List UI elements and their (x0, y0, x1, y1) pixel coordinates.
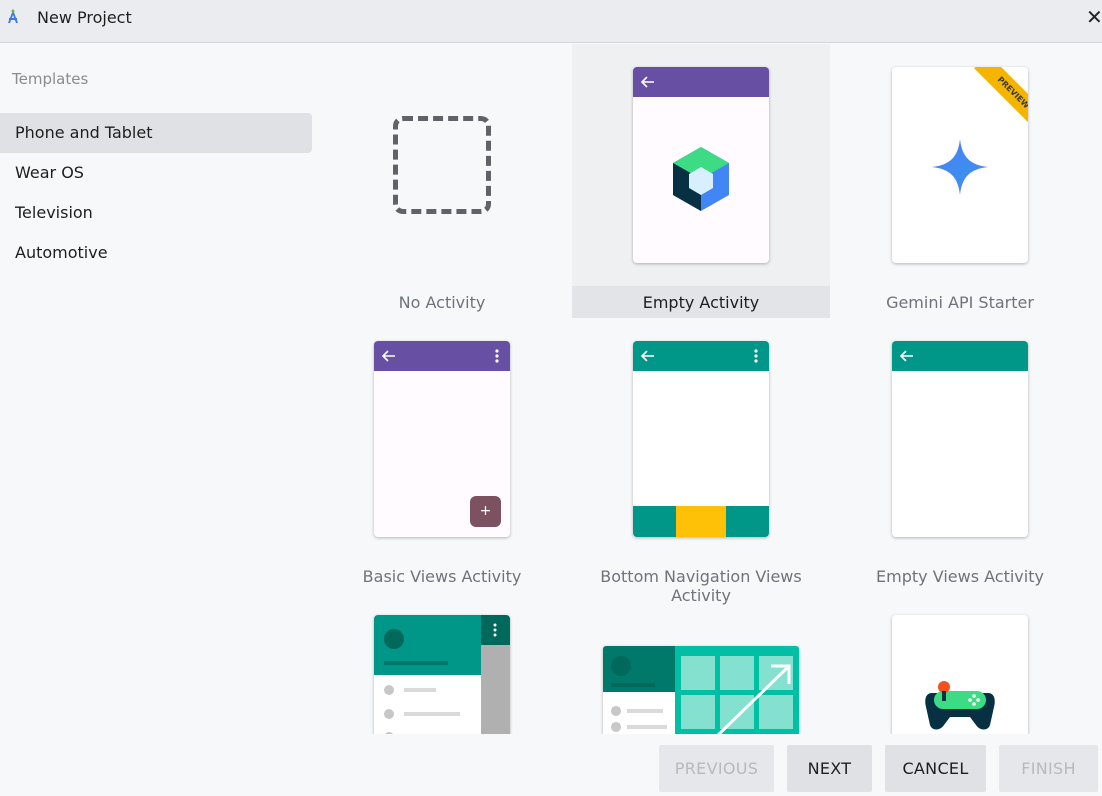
preview-badge: PREVIEW (974, 67, 1028, 131)
overflow-menu-icon (754, 349, 758, 363)
sidebar-header: Templates (12, 70, 89, 88)
template-no-activity[interactable]: No Activity (313, 44, 571, 318)
template-label: Gemini API Starter (886, 293, 1034, 312)
template-label: Basic Views Activity (362, 567, 522, 586)
phone-preview (633, 341, 769, 537)
app-bar (633, 67, 769, 97)
sidebar-item-television[interactable]: Television (0, 193, 312, 233)
tablet-preview (603, 646, 799, 734)
back-arrow-icon (641, 350, 654, 362)
previous-button[interactable]: PREVIOUS (659, 745, 774, 792)
template-empty-views-activity[interactable]: Empty Views Activity (831, 318, 1089, 592)
cancel-button[interactable]: CANCEL (885, 745, 986, 792)
sidebar-item-phone-and-tablet[interactable]: Phone and Tablet (0, 113, 312, 153)
back-arrow-icon (641, 76, 654, 88)
gamepad-icon (925, 681, 995, 730)
phone-preview: + (374, 341, 510, 537)
close-icon[interactable]: ✕ (1086, 7, 1102, 27)
sidebar-item-automotive[interactable]: Automotive (0, 233, 312, 273)
template-label: Empty Views Activity (876, 567, 1044, 586)
template-game-activity[interactable] (831, 592, 1089, 734)
back-arrow-icon (900, 350, 913, 362)
phone-preview (892, 615, 1028, 734)
next-button[interactable]: NEXT (787, 745, 872, 792)
phone-preview: PREVIEW (892, 67, 1028, 263)
title-bar: New Project ✕ (0, 0, 1102, 43)
phone-preview (892, 341, 1028, 537)
jetpack-compose-icon (673, 147, 729, 211)
app-bar (892, 341, 1028, 371)
sidebar-item-wear-os[interactable]: Wear OS (0, 153, 312, 193)
template-bottom-navigation-views-activity[interactable]: Bottom Navigation Views Activity (572, 318, 830, 605)
template-empty-activity[interactable]: Empty Activity (572, 44, 830, 318)
android-studio-icon (8, 9, 18, 23)
phone-preview (374, 615, 510, 734)
empty-placeholder-icon (393, 116, 491, 214)
template-label: Empty Activity (642, 293, 760, 312)
app-bar (374, 341, 510, 371)
finish-button[interactable]: FINISH (999, 745, 1098, 792)
window-title: New Project (37, 8, 132, 27)
template-basic-views-activity[interactable]: + Basic Views Activity (313, 318, 571, 592)
fab-icon: + (470, 496, 501, 527)
app-bar (633, 341, 769, 371)
bottom-navigation-bar (633, 506, 769, 537)
template-responsive-views[interactable] (572, 592, 830, 734)
back-arrow-icon (382, 350, 395, 362)
template-gemini-api-starter[interactable]: PREVIEW Gemini API Starter (831, 44, 1089, 318)
template-label: No Activity (398, 293, 486, 312)
overflow-menu-icon (493, 623, 497, 637)
phone-preview (633, 67, 769, 263)
template-navigation-drawer[interactable] (313, 592, 571, 734)
overflow-menu-icon (495, 349, 499, 363)
gemini-sparkle-icon (932, 139, 988, 195)
grid-expand-icon (681, 656, 793, 734)
template-sidebar: Templates Phone and Tablet Wear OS Telev… (0, 44, 318, 796)
